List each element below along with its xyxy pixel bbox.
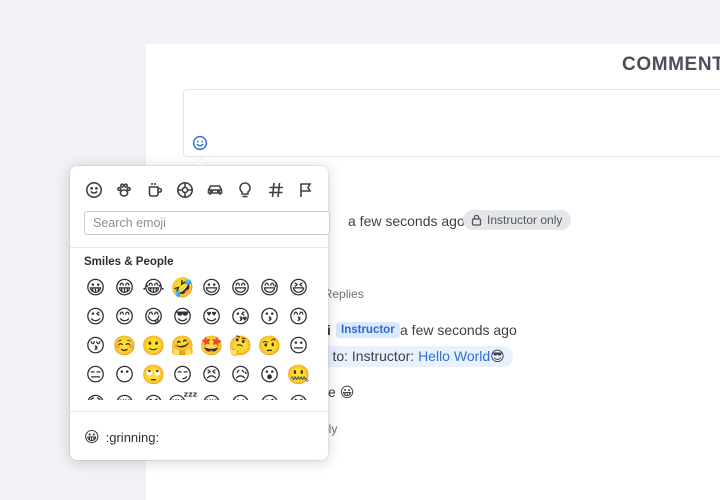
emoji-grid: 😀😁😂🤣😃😄😅😆 😉😊😋😎😍😘😗😙 😚☺️🙂🤗🤩🤔🤨😐 😑😶🙄😏😣😥😮🤐 😯😪😫😴😌😛😜… (81, 274, 321, 401)
emoji-cell[interactable]: 😛 (226, 390, 255, 401)
emoji-cell[interactable]: 😂 (139, 274, 168, 303)
emoji-cell[interactable]: 😚 (81, 332, 110, 361)
emoji-cell[interactable]: 😘 (226, 303, 255, 332)
emoji-cell[interactable]: 😶 (110, 361, 139, 390)
emoji-cell[interactable]: 🙄 (139, 361, 168, 390)
ball-icon[interactable] (175, 180, 195, 200)
lock-icon (471, 214, 482, 226)
sunglasses-emoji: 😎 (490, 348, 505, 364)
bulb-icon[interactable] (235, 180, 255, 200)
emoji-preview: 😀 :grinning: (84, 428, 159, 446)
replied-to-prefix: ed to: Instructor: (313, 348, 415, 364)
hash-icon[interactable] (266, 180, 286, 200)
emoji-cell[interactable]: 😐 (284, 332, 313, 361)
emoji-cell[interactable]: 😮 (255, 361, 284, 390)
emoji-cell[interactable]: 😫 (139, 390, 168, 401)
reply-instructor-tag: Instructor (336, 322, 400, 338)
emoji-grid-scroll[interactable]: 😀😁😂🤣😃😄😅😆 😉😊😋😎😍😘😗😙 😚☺️🙂🤗🤩🤔🤨😐 😑😶🙄😏😣😥😮🤐 😯😪😫😴😌😛😜… (81, 274, 321, 401)
preview-name: :grinning: (105, 429, 160, 445)
emoji-cell[interactable]: 😑 (81, 361, 110, 390)
preview-emoji: 😀 (84, 428, 100, 446)
emoji-cell[interactable]: 😆 (284, 274, 313, 303)
emoji-cell[interactable]: 😉 (81, 303, 110, 332)
emoji-search-input[interactable] (84, 211, 330, 235)
reply-text: e 😀 (328, 384, 354, 401)
emoji-cell[interactable]: 😀 (81, 274, 110, 303)
cup-icon[interactable] (145, 180, 165, 200)
emoji-cell[interactable]: 😥 (226, 361, 255, 390)
emoji-cell[interactable]: 🤗 (168, 332, 197, 361)
emoji-cell[interactable]: 😏 (168, 361, 197, 390)
smile-icon[interactable] (84, 180, 104, 200)
panel-title: COMMENT (622, 54, 720, 75)
emoji-cell[interactable]: 🙂 (139, 332, 168, 361)
divider (70, 411, 328, 412)
emoji-cell[interactable]: 🤐 (284, 361, 313, 390)
reply-text-partial: e (328, 384, 336, 400)
emoji-cell[interactable]: 😃 (197, 274, 226, 303)
section-title: Smiles & People (84, 256, 174, 268)
emoji-cell[interactable]: 😄 (226, 274, 255, 303)
emoji-cell[interactable]: 🤩 (197, 332, 226, 361)
emoji-cell[interactable]: 😎 (168, 303, 197, 332)
emoji-cell[interactable]: 😁 (110, 274, 139, 303)
emoji-cell[interactable]: 😌 (197, 390, 226, 401)
paw-icon[interactable] (114, 180, 134, 200)
grinning-emoji: 😀 (339, 384, 355, 400)
emoji-cell[interactable]: 🤔 (226, 332, 255, 361)
emoji-cell[interactable]: 😋 (139, 303, 168, 332)
category-bar (84, 180, 316, 200)
emoji-cell[interactable]: 😴 (167, 390, 197, 401)
reply-time: a few seconds ago (400, 322, 517, 338)
emoji-cell[interactable]: 😙 (284, 303, 313, 332)
emoji-cell[interactable]: 😜 (255, 390, 284, 401)
comment-time: a few seconds ago (348, 213, 465, 229)
emoji-cell[interactable]: 😝 (284, 390, 313, 401)
emoji-picker: Smiles & People 😀😁😂🤣😃😄😅😆😉😊😋😎😍😘😗😙😚☺️🙂🤗🤩🤔🤨… (70, 166, 330, 460)
emoji-cell[interactable]: 🤨 (255, 332, 284, 361)
emoji-cell[interactable]: ☺️ (110, 332, 139, 361)
emoji-cell[interactable]: 😣 (197, 361, 226, 390)
emoji-cell[interactable]: 🤣 (168, 274, 197, 303)
emoji-cell[interactable]: 😅 (255, 274, 284, 303)
visibility-label: Instructor only (487, 213, 563, 227)
emoji-cell[interactable]: 😪 (110, 390, 139, 401)
emoji-cell[interactable]: 😗 (255, 303, 284, 332)
emoji-cell[interactable]: 😍 (197, 303, 226, 332)
emoji-toggle-icon[interactable] (192, 135, 208, 151)
replied-to-link[interactable]: Hello World (418, 348, 490, 364)
replied-to-chip[interactable]: ed to: Instructor: Hello World😎 (309, 346, 513, 367)
divider (70, 247, 328, 248)
emoji-cell[interactable]: 😯 (81, 390, 110, 401)
flag-icon[interactable] (296, 180, 316, 200)
emoji-cell[interactable]: 😊 (110, 303, 139, 332)
car-icon[interactable] (205, 180, 225, 200)
visibility-badge: Instructor only (463, 210, 572, 230)
comment-input[interactable] (183, 89, 720, 157)
